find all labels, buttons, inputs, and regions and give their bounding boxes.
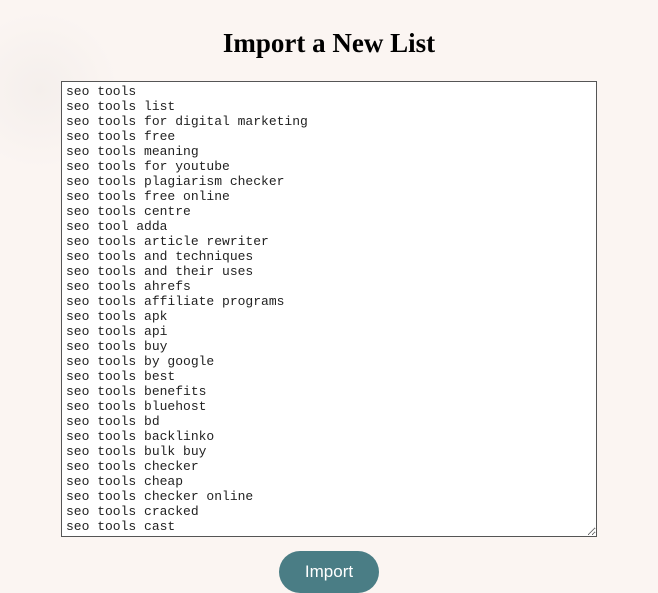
import-list-container: Import a New List Import	[0, 0, 658, 593]
button-row: Import	[279, 551, 379, 593]
list-input-textarea[interactable]	[61, 81, 597, 537]
page-title: Import a New List	[223, 28, 435, 59]
import-button[interactable]: Import	[279, 551, 379, 593]
